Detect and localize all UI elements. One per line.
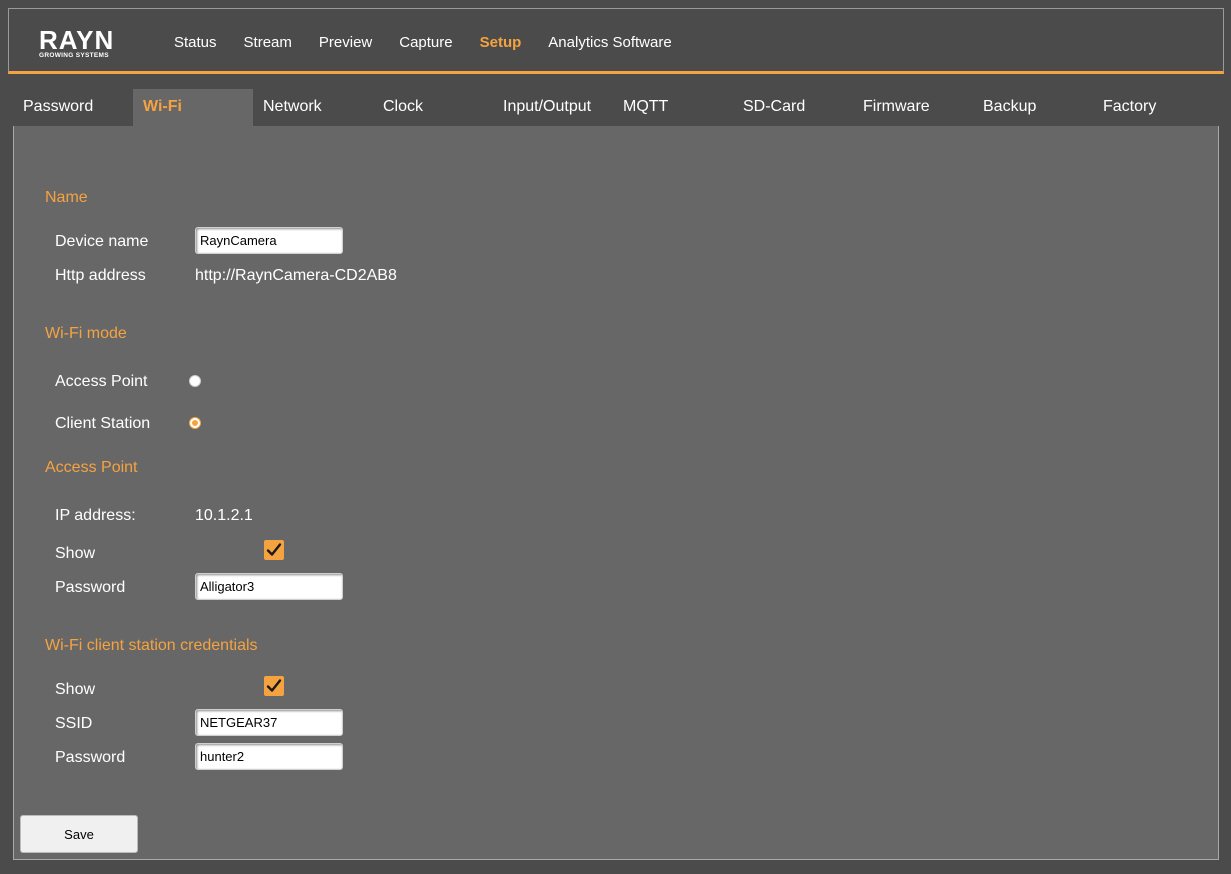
tab-factory[interactable]: Factory <box>1093 89 1213 126</box>
tab-input-output[interactable]: Input/Output <box>493 89 613 126</box>
wifi-settings-panel: Name Device name Http address http://Ray… <box>13 126 1219 860</box>
nav-status[interactable]: Status <box>174 34 217 51</box>
tab-clock[interactable]: Clock <box>373 89 493 126</box>
ip-address-value: 10.1.2.1 <box>195 507 253 524</box>
nav-setup[interactable]: Setup <box>480 34 522 51</box>
client-password-input[interactable] <box>195 743 343 770</box>
ap-password-input[interactable] <box>195 573 343 600</box>
nav-preview[interactable]: Preview <box>319 34 372 51</box>
nav-analytics-software[interactable]: Analytics Software <box>548 34 671 51</box>
http-address-value: http://RaynCamera-CD2AB8 <box>195 267 397 284</box>
section-title-access-point: Access Point <box>45 459 138 476</box>
logo-text: RAYN <box>39 25 115 55</box>
top-navigation-bar: RAYN GROWING SYSTEMS Status Stream Previ… <box>8 8 1224 74</box>
tab-mqtt[interactable]: MQTT <box>613 89 733 126</box>
client-station-radio[interactable] <box>189 417 201 429</box>
ap-show-label: Show <box>55 545 96 562</box>
tab-backup[interactable]: Backup <box>973 89 1093 126</box>
logo-subtitle: GROWING SYSTEMS <box>39 52 109 59</box>
ip-address-label: IP address: <box>55 507 136 524</box>
section-title-name: Name <box>45 189 88 206</box>
device-name-input[interactable] <box>195 227 343 254</box>
checkmark-icon <box>266 679 282 692</box>
section-title-client-credentials: Wi-Fi client station credentials <box>45 637 258 654</box>
main-nav: Status Stream Preview Capture Setup Anal… <box>174 34 699 51</box>
checkmark-icon <box>266 543 282 556</box>
tab-firmware[interactable]: Firmware <box>853 89 973 126</box>
rayn-logo[interactable]: RAYN GROWING SYSTEMS <box>39 27 119 59</box>
tab-wifi[interactable]: Wi-Fi <box>133 89 253 126</box>
client-show-checkbox[interactable] <box>264 676 284 696</box>
device-name-label: Device name <box>55 233 149 250</box>
section-title-wifi-mode: Wi-Fi mode <box>45 325 127 342</box>
ap-password-label: Password <box>55 579 126 596</box>
access-point-mode-label: Access Point <box>55 373 148 390</box>
nav-stream[interactable]: Stream <box>244 34 292 51</box>
http-address-label: Http address <box>55 267 146 284</box>
save-button[interactable]: Save <box>20 815 138 853</box>
nav-capture[interactable]: Capture <box>399 34 452 51</box>
ap-show-checkbox[interactable] <box>264 540 284 560</box>
ssid-input[interactable] <box>195 709 343 736</box>
client-password-label: Password <box>55 749 126 766</box>
tab-network[interactable]: Network <box>253 89 373 126</box>
tab-sd-card[interactable]: SD-Card <box>733 89 853 126</box>
tab-password[interactable]: Password <box>13 89 133 126</box>
client-station-mode-label: Client Station <box>55 415 151 432</box>
ssid-label: SSID <box>55 715 93 732</box>
access-point-radio[interactable] <box>189 375 201 387</box>
client-show-label: Show <box>55 681 96 698</box>
setup-tabs: Password Wi-Fi Network Clock Input/Outpu… <box>13 89 1218 126</box>
